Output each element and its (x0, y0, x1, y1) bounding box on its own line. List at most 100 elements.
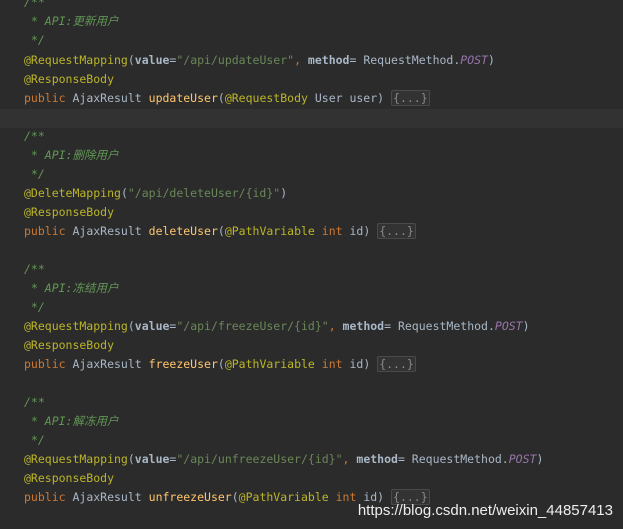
annotation-mapping: @DeleteMapping (24, 186, 121, 200)
code-line: @ResponseBody (0, 336, 623, 355)
equals: = (384, 319, 398, 333)
keyword-public: public (24, 490, 66, 504)
doc-comment-open: /** (24, 262, 45, 276)
annotation-response-body: @ResponseBody (24, 205, 115, 219)
doc-comment-text: * API:更新用户 (24, 14, 119, 28)
watermark-url: https://blog.csdn.net/weixin_44857413 (357, 502, 613, 519)
param-decl: User user (307, 91, 378, 105)
doc-comment-open: /** (24, 0, 45, 9)
paren: ) (363, 357, 378, 371)
param-key: value (134, 53, 170, 67)
enum-class: RequestMethod. (397, 319, 495, 333)
keyword-public: public (24, 91, 66, 105)
paren: ( (231, 490, 239, 504)
param-annotation: @PathVariable (224, 357, 315, 371)
param-decl: id (342, 224, 364, 238)
code-line: @RequestMapping(value = "/api/freezeUser/{… (0, 317, 623, 336)
code-line: @DeleteMapping("/api/deleteUser/{id}") (0, 184, 623, 203)
enum-class: RequestMethod. (363, 53, 461, 67)
enum-constant: POST (494, 319, 523, 333)
doc-comment-text: * API:解冻用户 (24, 414, 119, 428)
folded-body-toggle[interactable]: {...} (391, 90, 430, 106)
code-line: * API:删除用户 (0, 146, 623, 165)
param-decl: id (342, 357, 364, 371)
param-type-keyword: int (314, 357, 343, 371)
doc-comment-open: /** (24, 395, 45, 409)
doc-comment-close: */ (24, 33, 45, 47)
code-line: /** (0, 393, 623, 412)
annotation-mapping: @RequestMapping (24, 53, 128, 67)
code-editor[interactable]: /** * API:更新用户 */ @RequestMapping(value=… (0, 0, 623, 529)
paren: ) (280, 186, 288, 200)
doc-comment-close: */ (24, 300, 45, 314)
code-line: /** (0, 0, 623, 12)
comma: , (342, 452, 357, 466)
paren: ( (217, 91, 225, 105)
method-name: updateUser (148, 91, 218, 105)
param-key: method (307, 53, 350, 67)
doc-comment-text: * API:删除用户 (24, 148, 119, 162)
code-line: */ (0, 431, 623, 450)
code-line: @RequestMapping(value = "/api/unfreezeUser… (0, 450, 623, 469)
paren: ( (127, 53, 135, 67)
code-line: public AjaxResult updateUser(@RequestBod… (0, 89, 623, 108)
return-type: AjaxResult (65, 224, 149, 238)
paren: ) (487, 53, 495, 67)
return-type: AjaxResult (65, 490, 149, 504)
return-type: AjaxResult (65, 357, 149, 371)
param-key: value (134, 452, 170, 466)
folded-body-toggle[interactable]: {...} (377, 223, 416, 239)
path-string: "/api/deleteUser/{id}" (127, 186, 281, 200)
method-name: freezeUser (148, 357, 218, 371)
doc-comment-close: */ (24, 433, 45, 447)
doc-comment-close: */ (24, 167, 45, 181)
param-key: method (342, 319, 385, 333)
annotation-response-body: @ResponseBody (24, 338, 115, 352)
paren: ( (217, 224, 225, 238)
comma: , (328, 319, 343, 333)
paren: ) (536, 452, 544, 466)
equals: = (349, 53, 364, 67)
code-line: */ (0, 298, 623, 317)
paren: ) (363, 224, 378, 238)
current-line-highlight[interactable] (0, 109, 623, 128)
code-line: @RequestMapping(value = "/api/updateUser",… (0, 51, 623, 70)
code-line: */ (0, 31, 623, 50)
param-key: method (356, 452, 398, 466)
code-line: */ (0, 165, 623, 184)
equals: = (397, 452, 412, 466)
code-line: /** (0, 127, 623, 146)
code-line: @ResponseBody (0, 469, 623, 488)
code-line: /** (0, 260, 623, 279)
code-line: * API:冻结用户 (0, 279, 623, 298)
param-type-keyword: int (328, 490, 357, 504)
enum-class: RequestMethod. (411, 452, 509, 466)
keyword-public: public (24, 357, 66, 371)
param-annotation: @RequestBody (224, 91, 308, 105)
code-line: * API:解冻用户 (0, 412, 623, 431)
paren: ( (127, 319, 135, 333)
param-type-keyword: int (314, 224, 343, 238)
comma: , (294, 53, 308, 67)
param-annotation: @PathVariable (224, 224, 315, 238)
code-line: * API:更新用户 (0, 12, 623, 31)
param-key: value (134, 319, 170, 333)
paren: ( (127, 452, 135, 466)
code-line: @ResponseBody (0, 203, 623, 222)
paren: ( (120, 186, 128, 200)
enum-constant: POST (508, 452, 537, 466)
param-annotation: @PathVariable (238, 490, 329, 504)
enum-constant: POST (460, 53, 488, 67)
keyword-public: public (24, 224, 66, 238)
annotation-response-body: @ResponseBody (24, 72, 115, 86)
path-string: "/api/updateUser" (176, 53, 295, 67)
doc-comment-open: /** (24, 129, 45, 143)
path-string: "/api/unfreezeUser/{id}" (176, 452, 343, 466)
paren: ) (377, 91, 392, 105)
folded-body-toggle[interactable]: {...} (377, 356, 416, 372)
code-line: public AjaxResult freezeUser(@PathVariab… (0, 355, 623, 374)
annotation-response-body: @ResponseBody (24, 471, 115, 485)
path-string: "/api/freezeUser/{id}" (176, 319, 329, 333)
paren: ) (522, 319, 530, 333)
method-name: deleteUser (148, 224, 218, 238)
